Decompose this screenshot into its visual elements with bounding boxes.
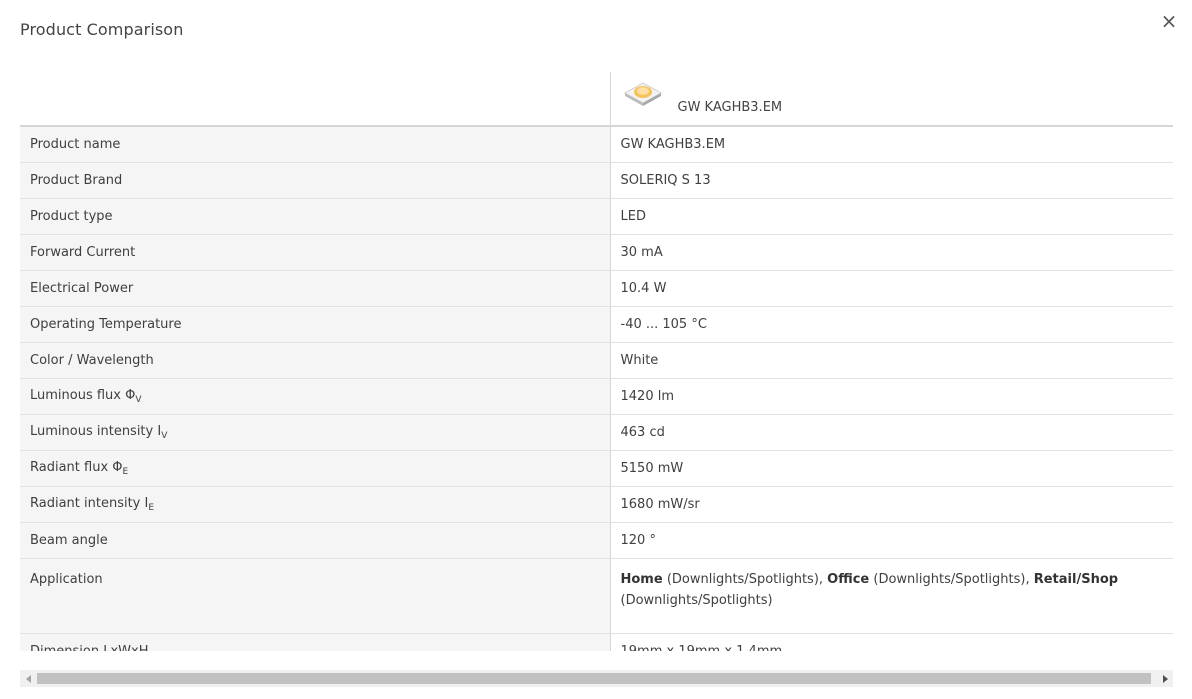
spec-value-text: 1680 mW/sr — [620, 497, 700, 512]
spec-value-text: 19mm x 19mm x 1.4mm — [621, 644, 783, 651]
spec-value-text: -40 ... 105 °C — [620, 317, 707, 332]
spec-value: 30 mA — [609, 234, 1173, 271]
scroll-left-arrow[interactable] — [20, 670, 37, 687]
table-row: Product name GW KAGHB3.EM — [20, 126, 1173, 163]
spec-value-text: White — [620, 353, 659, 368]
spec-label: Electrical Power — [20, 270, 610, 307]
spec-label: Product type — [20, 198, 610, 235]
spec-label-text: Radiant flux Φ — [30, 460, 123, 475]
spec-label-text: Electrical Power — [30, 281, 134, 296]
spec-value: -40 ... 105 °C — [609, 306, 1173, 343]
spec-label-text: Radiant intensity I — [30, 496, 149, 511]
table-row: Luminous flux ΦV 1420 lm — [20, 378, 1173, 415]
spec-label: Product name — [20, 126, 610, 163]
spec-label-subscript: E — [148, 503, 155, 513]
spec-value: White — [609, 342, 1173, 379]
spec-label-text: Product Brand — [30, 173, 123, 188]
spec-label-subscript: E — [122, 467, 129, 477]
horizontal-scrollbar[interactable] — [20, 670, 1173, 687]
spec-label-subscript: V — [161, 431, 168, 441]
spec-value-text: 5150 mW — [620, 461, 684, 476]
table-row: Product Brand SOLERIQ S 13 — [20, 162, 1173, 199]
spec-label-text: Color / Wavelength — [30, 353, 154, 368]
spec-value-text: 463 cd — [620, 425, 665, 440]
spec-value: GW KAGHB3.EM — [609, 126, 1173, 163]
spec-label: Dimension LxWxH — [20, 633, 610, 651]
comparison-table: GW KAGHB3.EM Product name GW KAGHB3.EM Pro… — [20, 72, 1173, 651]
spec-value-text: 10.4 W — [620, 281, 667, 296]
product-header-cell: GW KAGHB3.EM — [609, 72, 1173, 127]
spec-label-text: Forward Current — [30, 245, 136, 260]
scrollbar-thumb[interactable] — [37, 673, 1151, 684]
spec-value: 5150 mW — [609, 450, 1173, 487]
product-header-name: GW KAGHB3.EM — [677, 100, 783, 115]
spec-value: 19mm x 19mm x 1.4mm — [609, 633, 1173, 651]
spec-label-text: Luminous flux Φ — [30, 388, 136, 403]
led-product-icon[interactable] — [623, 79, 663, 109]
spec-label-subscript: V — [135, 395, 142, 405]
spec-label-text: Luminous intensity I — [30, 424, 162, 439]
spec-value-text: 1420 lm — [620, 389, 675, 404]
scroll-right-arrow[interactable] — [1156, 670, 1173, 687]
chevron-right-icon — [1162, 674, 1168, 683]
table-row: Radiant flux ΦE 5150 mW — [20, 450, 1173, 487]
spec-value-text: 30 mA — [620, 245, 663, 260]
table-row: Application Home (Downlights/Spotlights),… — [20, 558, 1173, 634]
spec-label-text: Beam angle — [30, 533, 108, 548]
spec-value: 10.4 W — [609, 270, 1173, 307]
application-detail: (Downlights/Spotlights), — [869, 572, 1034, 587]
spec-label: Color / Wavelength — [20, 342, 610, 379]
spec-label: Luminous flux ΦV — [20, 378, 610, 415]
spec-label: Product Brand — [20, 162, 610, 199]
spec-label: Beam angle — [20, 522, 610, 559]
table-row: Forward Current 30 mA — [20, 234, 1173, 271]
table-row: Beam angle 120 ° — [20, 522, 1173, 559]
spec-value: Home (Downlights/Spotlights), Office (Do… — [609, 558, 1173, 634]
table-row: Operating Temperature -40 ... 105 °C — [20, 306, 1173, 343]
spec-label: Radiant intensity IE — [20, 486, 610, 523]
table-header-row: GW KAGHB3.EM — [20, 72, 1173, 127]
spec-value: 1680 mW/sr — [609, 486, 1173, 523]
application-detail: (Downlights/Spotlights), — [662, 572, 828, 587]
spec-value-text: GW KAGHB3.EM — [620, 137, 726, 152]
spec-label: Application — [20, 558, 610, 634]
header-label-cell — [20, 72, 610, 127]
chevron-left-icon — [25, 674, 31, 683]
application-name: Office — [827, 572, 870, 587]
spec-label-text: Product type — [30, 209, 113, 224]
table-row: Electrical Power 10.4 W — [20, 270, 1173, 307]
spec-value: SOLERIQ S 13 — [609, 162, 1173, 199]
table-row: Luminous intensity IV 463 cd — [20, 414, 1173, 451]
table-row: Radiant intensity IE 1680 mW/sr — [20, 486, 1173, 523]
spec-label-text: Product name — [30, 137, 121, 152]
application-name: Home — [620, 572, 663, 587]
comparison-rows: Product name GW KAGHB3.EM Product Brand SOL… — [20, 126, 1173, 651]
spec-label: Forward Current — [20, 234, 610, 271]
table-row: Dimension LxWxH 19mm x 19mm x 1.4mm — [20, 633, 1173, 651]
close-icon: × — [1160, 9, 1178, 33]
spec-value-text: LED — [620, 209, 646, 224]
spec-label: Luminous intensity IV — [20, 414, 610, 451]
application-name: Retail/Shop — [1033, 572, 1119, 587]
comparison-table-container: GW KAGHB3.EM Product name GW KAGHB3.EM Pro… — [20, 72, 1173, 651]
spec-value: LED — [609, 198, 1173, 235]
spec-label: Radiant flux ΦE — [20, 450, 610, 487]
spec-label: Operating Temperature — [20, 306, 610, 343]
spec-label-text: Operating Temperature — [30, 317, 182, 332]
dialog-title: Product Comparison — [20, 20, 184, 39]
table-row: Product type LED — [20, 198, 1173, 235]
spec-value: 463 cd — [609, 414, 1173, 451]
spec-label-text: Dimension LxWxH — [30, 644, 149, 651]
close-button[interactable]: × — [1158, 10, 1180, 32]
spec-value-text: SOLERIQ S 13 — [620, 173, 711, 188]
table-row: Color / Wavelength White — [20, 342, 1173, 379]
spec-value-text: 120 ° — [620, 533, 656, 548]
product-comparison-dialog: Product Comparison × GW KAGHB3.EM Produc… — [0, 0, 1192, 699]
spec-label-text: Application — [30, 572, 103, 587]
spec-value: 1420 lm — [609, 378, 1173, 415]
spec-value: 120 ° — [609, 522, 1173, 559]
